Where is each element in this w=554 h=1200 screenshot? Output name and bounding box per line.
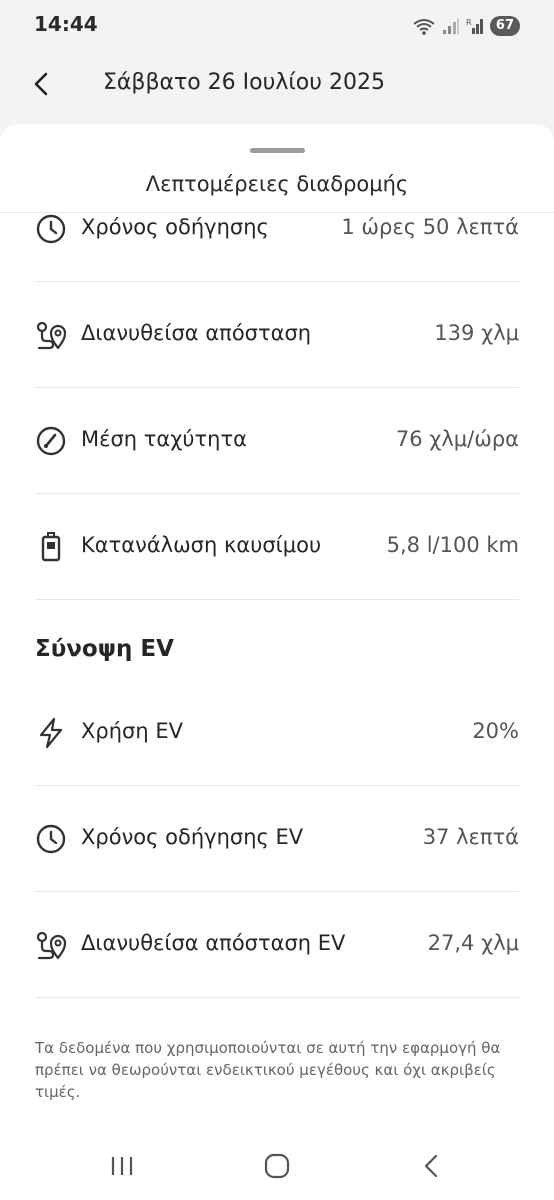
route-pin-icon bbox=[36, 321, 67, 350]
navigation-bar bbox=[0, 1134, 554, 1200]
svg-text:R: R bbox=[466, 18, 472, 27]
row-divider bbox=[35, 785, 519, 786]
row-divider bbox=[35, 493, 519, 494]
detail-value: 76 χλμ/ώρα bbox=[395, 427, 519, 451]
ev-value: 37 λεπτά bbox=[422, 825, 519, 849]
detail-label: Κατανάλωση καυσίμου bbox=[81, 533, 322, 557]
wifi-icon bbox=[413, 19, 435, 35]
detail-label: Χρόνος οδήγησης bbox=[81, 215, 269, 239]
back-button[interactable] bbox=[26, 68, 58, 100]
sheet-content[interactable]: Χρόνος οδήγησης 1 ώρες 50 λεπτά Διανυθεί… bbox=[0, 213, 554, 1200]
ev-value: 27,4 χλμ bbox=[427, 931, 519, 955]
signal-icon bbox=[442, 18, 459, 34]
row-divider bbox=[35, 281, 519, 282]
system-back-button[interactable] bbox=[414, 1148, 450, 1184]
disclaimer-text: Τα δεδομένα που χρησιμοποιούνται σε αυτή… bbox=[35, 1039, 501, 1101]
detail-label: Διανυθείσα απόσταση bbox=[81, 321, 312, 345]
page-title: Σάββατο 26 Ιουλίου 2025 bbox=[103, 70, 385, 95]
back-icon bbox=[424, 1154, 438, 1178]
detail-value: 139 χλμ bbox=[434, 321, 519, 345]
fuel-pump-icon bbox=[41, 532, 61, 562]
route-pin-icon bbox=[36, 931, 67, 960]
speedometer-icon bbox=[36, 426, 66, 456]
home-button[interactable] bbox=[259, 1148, 295, 1184]
row-divider bbox=[35, 891, 519, 892]
ev-row-distance: Διανυθείσα απόσταση EV 27,4 χλμ bbox=[35, 913, 519, 977]
ev-row-usage: Χρήση EV 20% bbox=[35, 701, 519, 765]
ev-row-driving-time: Χρόνος οδήγησης EV 37 λεπτά bbox=[35, 807, 519, 871]
recent-apps-icon bbox=[111, 1157, 133, 1175]
status-time: 14:44 bbox=[34, 12, 98, 36]
ev-value: 20% bbox=[472, 719, 519, 743]
ev-label: Διανυθείσα απόσταση EV bbox=[81, 931, 346, 955]
status-icons: R 67 bbox=[412, 14, 520, 38]
home-icon bbox=[264, 1153, 290, 1179]
detail-row-distance: Διανυθείσα απόσταση 139 χλμ bbox=[35, 303, 519, 367]
recent-apps-button[interactable] bbox=[104, 1148, 140, 1184]
trip-details-sheet: Λεπτομέρειες διαδρομής Χρόνος οδήγησης 1… bbox=[0, 124, 554, 1200]
status-bar: 14:44 R 67 bbox=[0, 0, 554, 52]
battery-indicator: 67 bbox=[489, 16, 520, 36]
ev-label: Χρόνος οδήγησης EV bbox=[81, 825, 304, 849]
header: Σάββατο 26 Ιουλίου 2025 bbox=[0, 52, 554, 122]
clock-icon bbox=[36, 214, 66, 244]
sheet-title: Λεπτομέρειες διαδρομής bbox=[145, 172, 409, 196]
chevron-left-icon bbox=[34, 72, 48, 96]
row-divider bbox=[35, 387, 519, 388]
ev-label: Χρήση EV bbox=[81, 719, 183, 743]
ev-summary-title: Σύνοψη EV bbox=[35, 636, 174, 662]
detail-label: Μέση ταχύτητα bbox=[81, 427, 247, 451]
detail-row-fuel-consumption: Κατανάλωση καυσίμου 5,8 l/100 km bbox=[35, 515, 519, 579]
signal-roaming-icon: R bbox=[466, 18, 483, 34]
lightning-icon bbox=[39, 717, 63, 749]
detail-row-driving-time: Χρόνος οδήγησης 1 ώρες 50 λεπτά bbox=[35, 213, 519, 261]
detail-value: 5,8 l/100 km bbox=[386, 533, 519, 557]
drag-handle[interactable] bbox=[250, 148, 305, 153]
row-divider bbox=[35, 599, 519, 600]
row-divider bbox=[35, 997, 519, 998]
detail-row-average-speed: Μέση ταχύτητα 76 χλμ/ώρα bbox=[35, 409, 519, 473]
detail-value: 1 ώρες 50 λεπτά bbox=[341, 215, 519, 239]
clock-icon bbox=[36, 824, 66, 854]
